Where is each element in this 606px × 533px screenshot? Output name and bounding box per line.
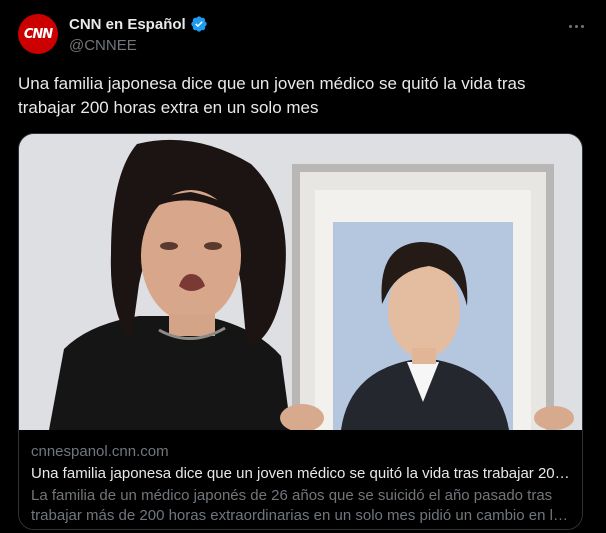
tweet-header: CNN CNN en Español @CNNEE: [18, 14, 588, 58]
tweet-text: Una familia japonesa dice que un joven m…: [18, 74, 526, 117]
display-name[interactable]: CNN en Español: [69, 16, 186, 33]
more-options-icon[interactable]: [564, 16, 588, 36]
link-preview-card[interactable]: cnnespanol.cnn.com Una familia japonesa …: [18, 133, 583, 530]
account-handle[interactable]: @CNNEE: [69, 37, 208, 54]
account-names: CNN en Español @CNNEE: [69, 15, 208, 54]
avatar-logo-text: CNN: [23, 26, 53, 42]
card-photo: [19, 134, 582, 430]
card-meta: cnnespanol.cnn.com Una familia japonesa …: [19, 430, 582, 529]
card-title[interactable]: Una familia japonesa dice que un joven m…: [31, 464, 572, 484]
card-domain[interactable]: cnnespanol.cnn.com: [31, 442, 572, 461]
card-description: La familia de un médico japonés de 26 añ…: [31, 487, 569, 524]
more-dot: [580, 24, 584, 28]
verified-badge-icon: [190, 15, 208, 33]
card-image[interactable]: [19, 134, 582, 430]
display-name-row: CNN en Español: [69, 15, 208, 33]
avatar[interactable]: CNN: [18, 14, 58, 54]
more-dot: [574, 24, 578, 28]
more-dot: [568, 24, 572, 28]
